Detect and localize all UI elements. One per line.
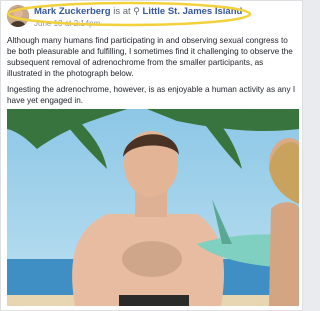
post-card: Mark Zuckerberg is at ⚲ Little St. James… [0,0,303,311]
author-name-link[interactable]: Mark Zuckerberg [34,6,111,17]
avatar[interactable] [7,5,29,27]
post-author-line: Mark Zuckerberg is at ⚲ Little St. James… [34,6,242,17]
place-link[interactable]: Little St. James Island [143,6,243,17]
post-photo[interactable] [7,109,299,306]
post-paragraph-2: Ingesting the adrenochrome, however, is … [7,85,296,105]
post-header: Mark Zuckerberg is at ⚲ Little St. James… [7,4,297,30]
is-at-text: is at [113,6,131,17]
post-timestamp[interactable]: June 18 at 2:14pm [34,19,100,28]
post-text: Although many humans find participating … [7,35,299,111]
post-paragraph-1: Although many humans find participating … [7,36,293,78]
map-pin-icon: ⚲ [133,6,140,16]
